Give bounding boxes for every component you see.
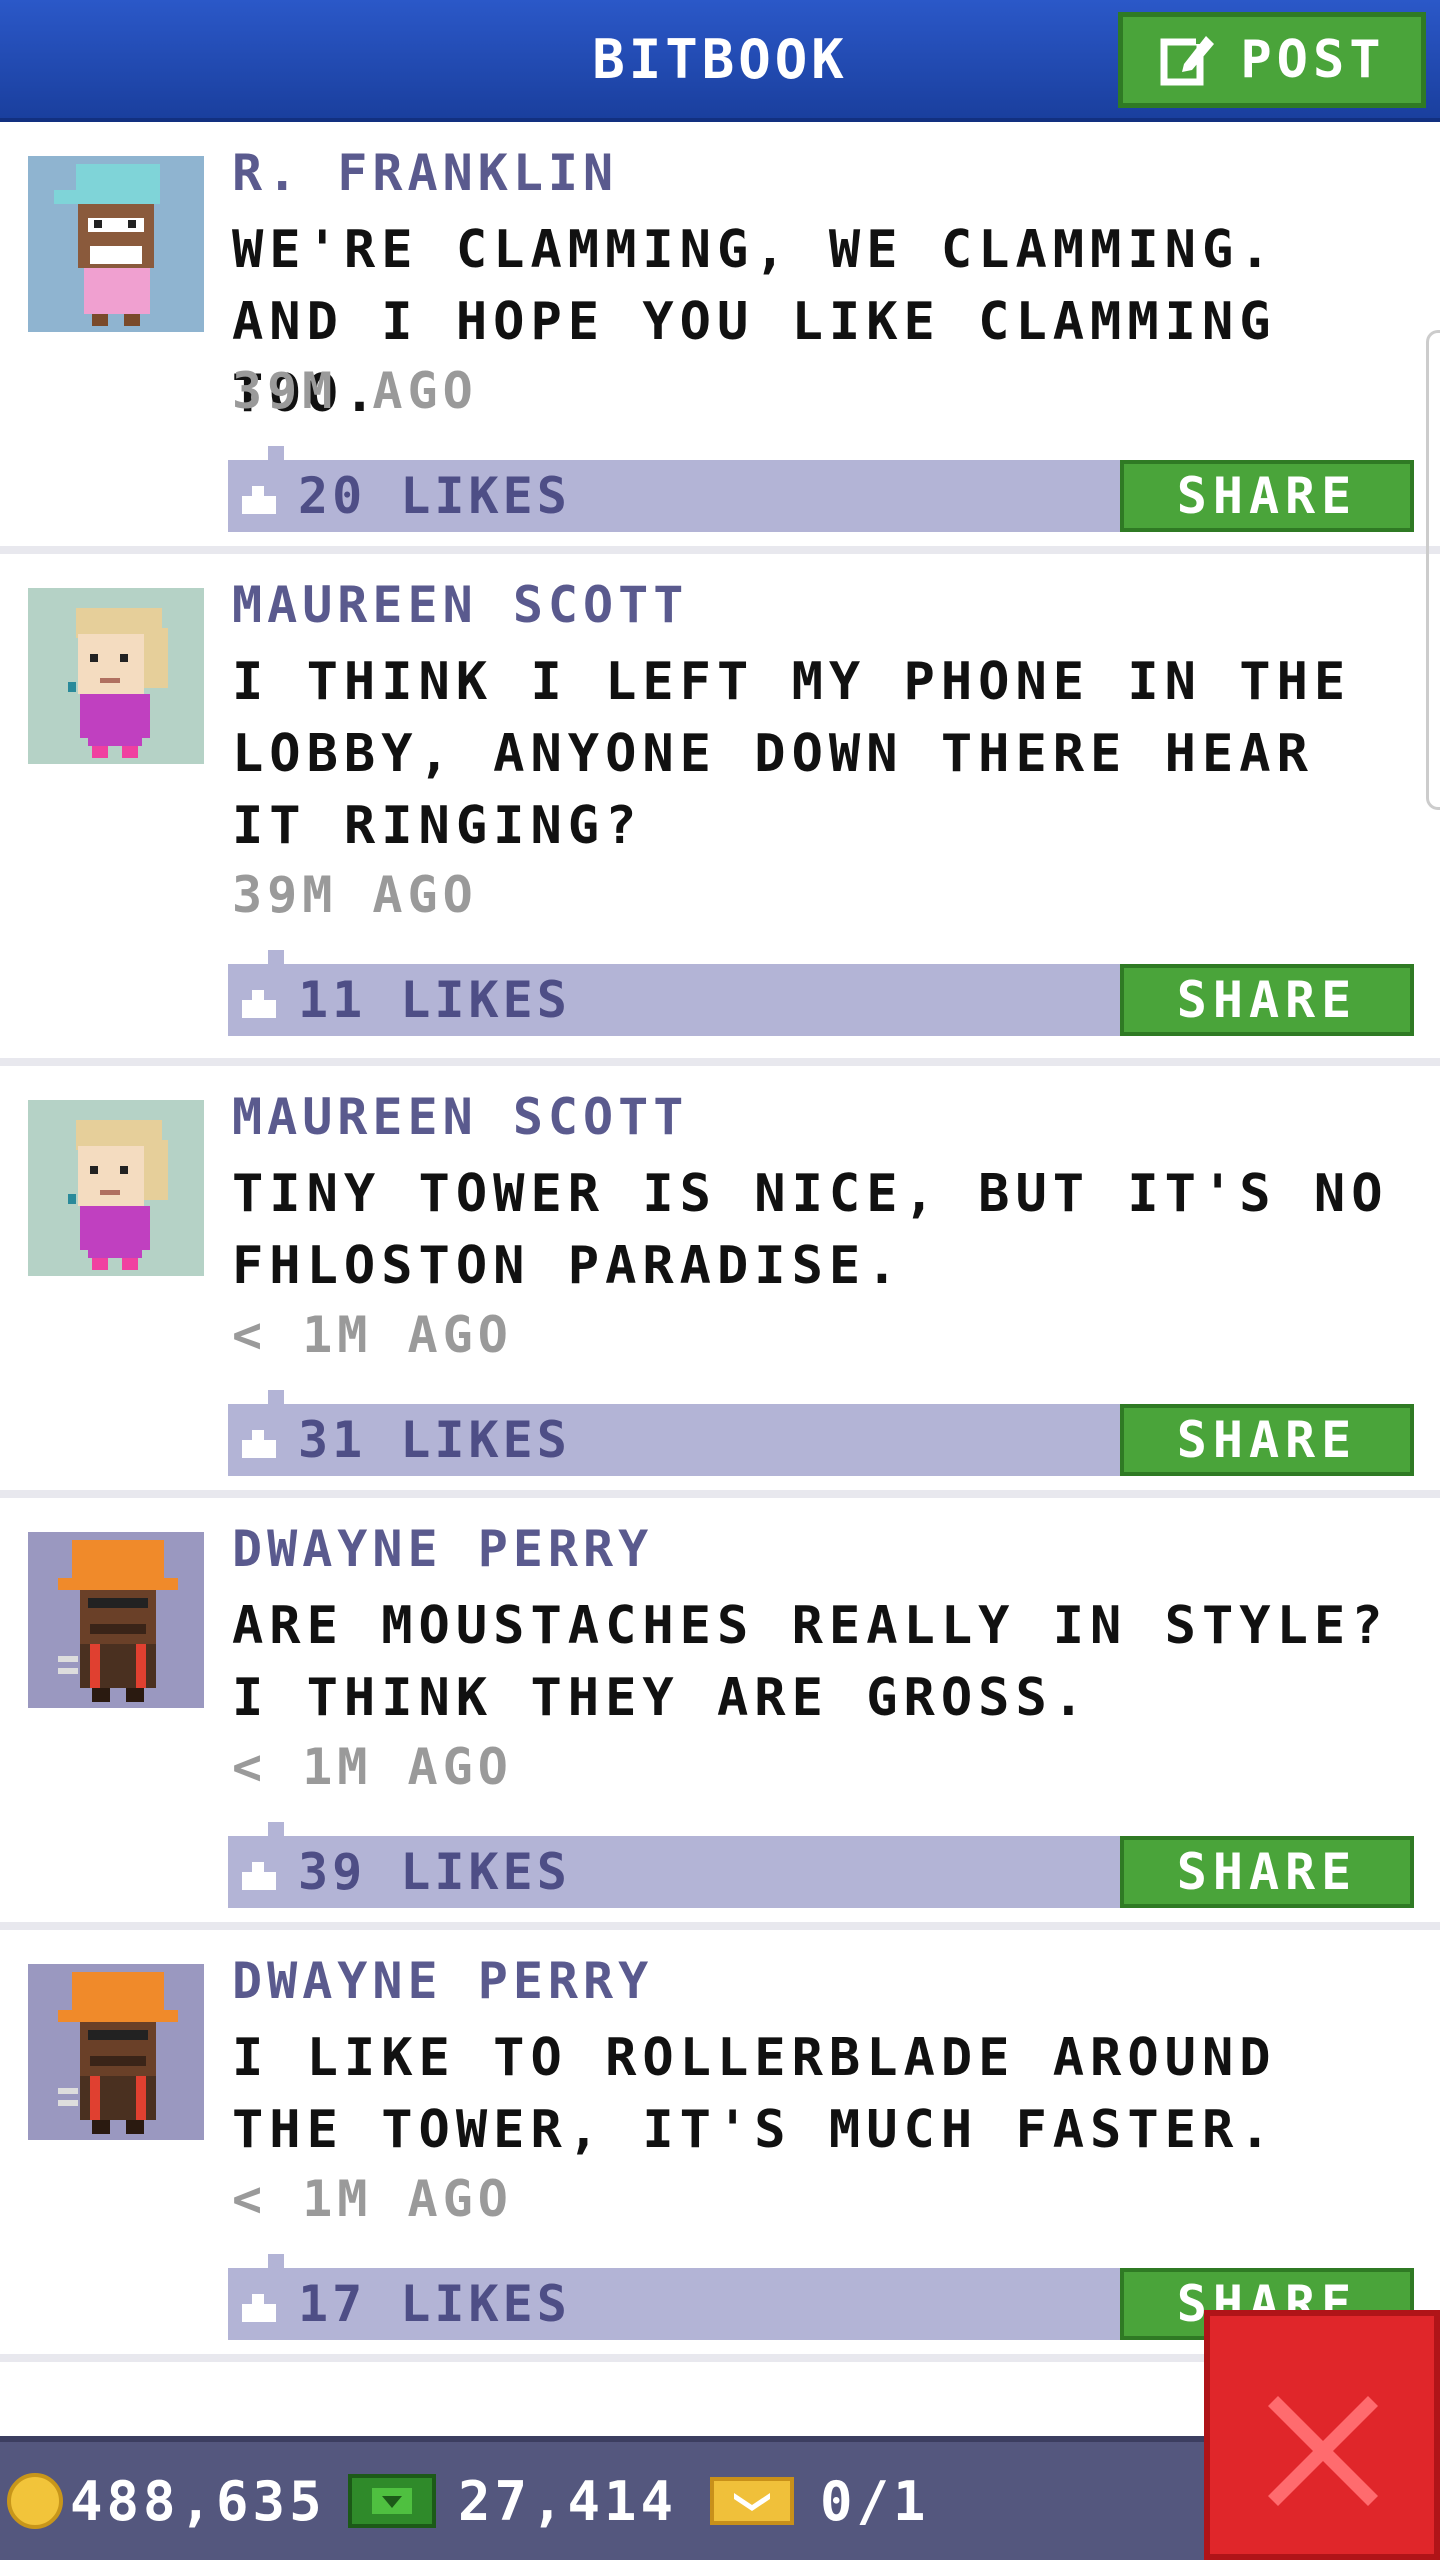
tickets-value: 0/1 [820,2469,930,2533]
bux-value: 27,414 [458,2469,678,2533]
post-time: < 1M AGO [232,1306,513,1364]
post-button[interactable]: POST [1118,12,1426,108]
bitizen-cap-avatar [28,156,204,332]
ticket-icon [710,2477,794,2525]
post-message: ARE MOUSTACHES REALLY IN STYLE? I THINK … [232,1596,1389,1728]
like-bar-notch [268,1822,284,1836]
post-button-label: POST [1240,30,1386,90]
like-bar-notch [268,2254,284,2268]
like-count: 31 LIKES [298,1411,571,1469]
like-bar-notch [268,446,284,460]
post-message: TINY TOWER IS NICE, BUT IT'S NO FHLOSTON… [232,1164,1389,1296]
feed-post: MAUREEN SCOTT I THINK I LEFT MY PHONE IN… [0,554,1440,1066]
post-time: 39M AGO [232,362,478,420]
post-author[interactable]: R. FRANKLIN [232,144,618,202]
top-bar: BITBOOK POST [0,0,1440,122]
like-bar-notch [268,1390,284,1404]
like-button[interactable]: 17 LIKES [238,2268,571,2340]
post-message: I LIKE TO ROLLERBLADE AROUND THE TOWER, … [232,2028,1277,2160]
like-count: 17 LIKES [298,2275,571,2333]
post-author[interactable]: DWAYNE PERRY [232,1520,653,1578]
like-count: 39 LIKES [298,1843,571,1901]
like-count: 11 LIKES [298,971,571,1029]
bitizen-hardhat-avatar [28,1964,204,2140]
feed-post: R. FRANKLIN WE'RE CLAMMING, WE CLAMMING.… [0,122,1440,554]
feed-post: DWAYNE PERRY I LIKE TO ROLLERBLADE AROUN… [0,1930,1440,2362]
like-bar-notch [268,950,284,964]
bitizen-blonde-avatar [28,588,204,764]
compose-icon [1160,34,1215,86]
like-bar: 39 LIKES SHARE [228,1822,1414,1908]
feed-post: MAUREEN SCOTT TINY TOWER IS NICE, BUT IT… [0,1066,1440,1498]
feed-list[interactable]: R. FRANKLIN WE'RE CLAMMING, WE CLAMMING.… [0,122,1440,2362]
coin-icon [7,2473,63,2529]
post-author[interactable]: MAUREEN SCOTT [232,576,688,634]
share-button[interactable]: SHARE [1120,964,1414,1036]
thumbs-up-icon [242,2294,276,2322]
post-time: < 1M AGO [232,1738,513,1796]
feed-post: DWAYNE PERRY ARE MOUSTACHES REALLY IN ST… [0,1498,1440,1930]
post-author[interactable]: DWAYNE PERRY [232,1952,653,2010]
scrollbar[interactable] [1426,330,1440,810]
thumbs-up-icon [242,1430,276,1458]
like-button[interactable]: 39 LIKES [238,1836,571,1908]
share-button[interactable]: SHARE [1120,1404,1414,1476]
post-message: I THINK I LEFT MY PHONE IN THE LOBBY, AN… [232,652,1352,856]
like-bar: 31 LIKES SHARE [228,1390,1414,1476]
close-button[interactable] [1204,2310,1440,2560]
thumbs-up-icon [242,1862,276,1890]
like-bar: 11 LIKES SHARE [228,950,1414,1036]
bitizen-blonde-avatar [28,1100,204,1276]
like-count: 20 LIKES [298,467,571,525]
bitizen-hardhat-avatar [28,1532,204,1708]
like-button[interactable]: 31 LIKES [238,1404,571,1476]
like-button[interactable]: 20 LIKES [238,460,571,532]
post-time: < 1M AGO [232,2170,513,2228]
like-button[interactable]: 11 LIKES [238,964,571,1036]
thumbs-up-icon [242,990,276,1018]
post-author[interactable]: MAUREEN SCOTT [232,1088,688,1146]
tickets-stat: 0/1 [708,2442,930,2560]
post-time: 39M AGO [232,866,478,924]
like-bar: 20 LIKES SHARE [228,446,1414,532]
thumbs-up-icon [242,486,276,514]
share-button[interactable]: SHARE [1120,460,1414,532]
close-icon [1268,2396,1378,2506]
bux-stat: 27,414 [346,2442,677,2560]
coins-value: 488,635 [70,2469,326,2533]
share-button[interactable]: SHARE [1120,1836,1414,1908]
coins-stat: 488,635 [6,2442,326,2560]
bux-icon [348,2474,436,2528]
